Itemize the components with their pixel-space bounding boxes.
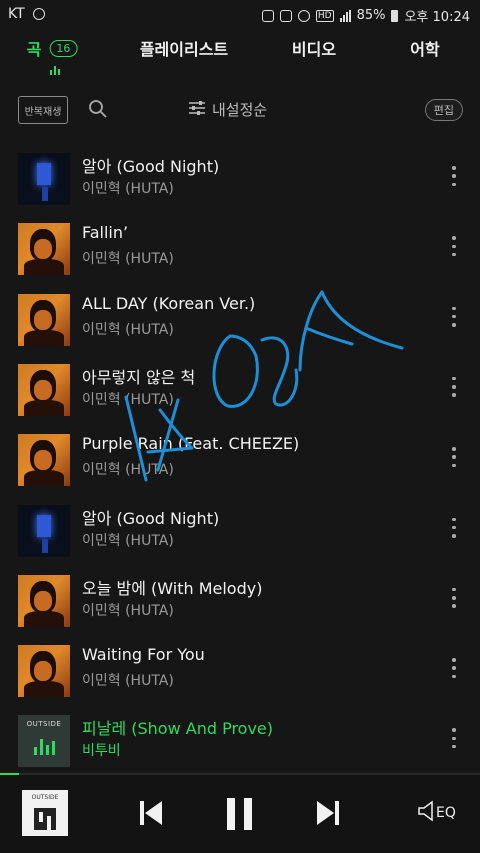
progress-fill	[0, 773, 20, 775]
track-row[interactable]: 아무렇지 않은 척이민혁 (HUTA)	[0, 351, 480, 421]
track-artist: 이민혁 (HUTA)	[82, 462, 174, 479]
more-options-icon[interactable]	[450, 376, 458, 397]
now-playing-equalizer-icon	[50, 66, 60, 75]
track-row[interactable]: 오늘 밤에 (With Melody) 이민혁 (HUTA)	[0, 562, 480, 632]
status-left: KT	[8, 6, 45, 22]
track-artist: 이민혁 (HUTA)	[82, 391, 174, 408]
more-options-icon[interactable]	[450, 587, 458, 608]
track-title: 알아 (Good Night)	[82, 157, 220, 176]
repeat-button[interactable]: 반복재생	[18, 96, 68, 124]
tab-songs-label: 곡	[26, 40, 42, 59]
track-row[interactable]: Purple Rain (Feat. CHEEZE) 이민혁 (HUTA)	[0, 421, 480, 491]
track-row[interactable]: Fallin’ 이민혁 (HUTA)	[0, 210, 480, 280]
mini-player: OUTSIDE EQ	[0, 773, 480, 853]
album-art	[18, 434, 70, 487]
next-track-icon[interactable]	[316, 800, 340, 830]
equalizer-button[interactable]: EQ	[418, 799, 460, 827]
album-art	[18, 645, 70, 698]
track-title: 피날레 (Show And Prove)	[82, 719, 274, 739]
sliders-icon	[188, 100, 206, 120]
hd-voice-icon: HD	[315, 9, 334, 22]
more-options-icon[interactable]	[450, 728, 458, 749]
more-options-icon[interactable]	[450, 447, 458, 468]
status-bar: KT HD 85% 오후 10:24	[0, 0, 480, 30]
signal-icon	[339, 9, 351, 22]
track-artist: 이민혁 (HUTA)	[82, 251, 174, 268]
status-right: HD 85% 오후 10:24	[261, 6, 470, 25]
track-title: ALL DAY (Korean Ver.)	[82, 293, 256, 313]
search-icon[interactable]	[88, 99, 108, 119]
edit-button[interactable]: 편집	[424, 99, 463, 121]
more-options-icon[interactable]	[450, 658, 458, 679]
track-row[interactable]: ALL DAY (Korean Ver.) 이민혁 (HUTA)	[0, 281, 480, 351]
tab-language[interactable]: 어학	[410, 36, 439, 60]
track-title: Waiting For You	[82, 645, 205, 665]
alarm-clock-icon	[297, 9, 310, 22]
album-art-title: OUTSIDE	[26, 720, 62, 729]
track-title: 아무렇지 않은 척	[82, 367, 196, 387]
track-row[interactable]: OUTSIDE 피날레 (Show And Prove) 비투비	[0, 702, 480, 772]
album-art	[18, 153, 70, 205]
song-count-badge: 16	[49, 39, 78, 57]
alarm-block-icon	[261, 9, 274, 22]
speaker-icon	[418, 800, 434, 826]
battery-icon	[391, 9, 399, 22]
tab-playlists[interactable]: 플레이리스트	[140, 36, 228, 60]
album-art	[18, 293, 70, 346]
sort-button[interactable]: 내설정순	[188, 99, 267, 120]
more-options-icon[interactable]	[450, 166, 458, 186]
progress-bar[interactable]	[0, 773, 480, 775]
track-title: Purple Rain (Feat. CHEEZE)	[82, 434, 300, 454]
track-artist: 이민혁 (HUTA)	[82, 321, 174, 338]
tab-songs[interactable]: 곡 16	[27, 36, 78, 60]
carrier-label: KT	[8, 6, 25, 22]
album-art	[18, 504, 70, 557]
eq-label: EQ	[436, 805, 456, 821]
clock: 오후 10:24	[404, 10, 470, 25]
track-artist: 이민혁 (HUTA)	[82, 673, 174, 690]
previous-track-icon[interactable]	[139, 800, 163, 830]
track-title: Fallin’	[82, 223, 129, 243]
album-art: OUTSIDE	[18, 715, 70, 768]
more-options-icon[interactable]	[450, 306, 458, 327]
more-options-icon[interactable]	[450, 517, 458, 538]
track-artist: 비투비	[82, 743, 121, 760]
tab-bar: 곡 16 플레이리스트 비디오 어학	[0, 36, 480, 66]
track-title: 오늘 밤에 (With Melody)	[82, 578, 263, 598]
track-artist: 이민혁 (HUTA)	[82, 602, 174, 619]
album-art	[18, 363, 70, 416]
album-art	[18, 574, 70, 627]
more-options-icon[interactable]	[450, 236, 458, 257]
track-row[interactable]: 알아 (Good Night) 이민혁 (HUTA)	[0, 492, 480, 562]
battery-percent: 85%	[356, 8, 386, 23]
tab-videos[interactable]: 비디오	[292, 36, 336, 60]
sort-label: 내설정순	[212, 101, 268, 119]
track-artist: 이민혁 (HUTA)	[82, 181, 174, 197]
now-playing-album-art[interactable]: OUTSIDE	[22, 790, 68, 836]
album-art-title: OUTSIDE	[31, 794, 59, 801]
pause-icon[interactable]	[226, 797, 254, 835]
track-row[interactable]: 알아 (Good Night) 이민혁 (HUTA)	[0, 140, 480, 210]
track-row[interactable]: Waiting For You 이민혁 (HUTA)	[0, 632, 480, 702]
track-artist: 이민혁 (HUTA)	[82, 532, 174, 549]
mute-icon	[279, 9, 292, 22]
album-art	[18, 223, 70, 276]
track-title: 알아 (Good Night)	[82, 508, 220, 528]
app-notification-icon	[32, 8, 45, 20]
